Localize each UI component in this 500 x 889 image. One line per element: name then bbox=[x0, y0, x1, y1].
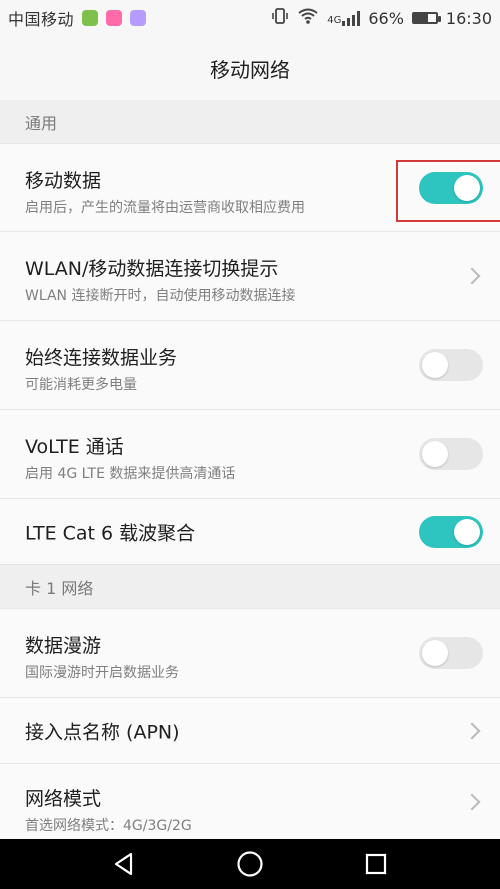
row-title: LTE Cat 6 载波聚合 bbox=[25, 522, 196, 544]
lte-cat6-toggle[interactable] bbox=[419, 515, 483, 548]
row-network-mode[interactable]: 网络模式 首选网络模式：4G/3G/2G bbox=[0, 764, 500, 839]
back-triangle-icon[interactable] bbox=[110, 850, 138, 878]
row-volte[interactable]: VoLTE 通话 启用 4G LTE 数据来提供高清通话 bbox=[0, 410, 500, 499]
row-wlan-switch[interactable]: WLAN/移动数据连接切换提示 WLAN 连接断开时，自动使用移动数据连接 bbox=[0, 232, 500, 321]
section-label: 通用 bbox=[25, 113, 58, 133]
home-circle-icon[interactable] bbox=[236, 850, 264, 878]
battery-percent: 66% bbox=[368, 8, 404, 28]
status-bar: 中国移动 4G 66% 16:30 bbox=[0, 0, 500, 36]
volte-toggle[interactable] bbox=[419, 438, 483, 470]
row-title: 数据漫游 bbox=[25, 635, 102, 657]
app-icon-green bbox=[82, 10, 99, 26]
carrier-name: 中国移动 bbox=[8, 10, 75, 29]
recent-square-icon[interactable] bbox=[362, 850, 390, 878]
row-subtitle: 启用后，产生的流量将由运营商收取相应费用 bbox=[25, 200, 305, 216]
section-header-card1: 卡 1 网络 bbox=[0, 565, 500, 609]
wifi-icon bbox=[297, 7, 319, 29]
toggle-knob bbox=[422, 352, 448, 378]
app-icon-purple bbox=[130, 10, 147, 26]
row-subtitle: 国际漫游时开启数据业务 bbox=[25, 665, 179, 681]
row-title: 接入点名称 (APN) bbox=[25, 721, 180, 743]
toggle-knob bbox=[422, 441, 448, 467]
page-title: 移动网络 bbox=[210, 57, 290, 82]
row-subtitle: 可能消耗更多电量 bbox=[25, 377, 137, 393]
status-left: 中国移动 bbox=[8, 6, 147, 30]
row-title: WLAN/移动数据连接切换提示 bbox=[25, 258, 279, 280]
title-bar: 移动网络 bbox=[0, 36, 500, 101]
row-always-on[interactable]: 始终连接数据业务 可能消耗更多电量 bbox=[0, 321, 500, 410]
signal-icon bbox=[342, 10, 361, 26]
mobile-data-toggle[interactable] bbox=[419, 171, 483, 204]
section-header-general: 通用 bbox=[0, 100, 500, 144]
toggle-knob bbox=[454, 174, 480, 201]
row-title: 网络模式 bbox=[25, 788, 102, 810]
chevron-right-icon bbox=[463, 793, 481, 810]
status-right: 4G 66% 16:30 bbox=[271, 7, 492, 29]
app-icon-pink bbox=[106, 10, 123, 26]
signal-group: 4G bbox=[327, 10, 361, 26]
row-subtitle: WLAN 连接断开时，自动使用移动数据连接 bbox=[25, 288, 296, 304]
row-lte-cat6[interactable]: LTE Cat 6 载波聚合 bbox=[0, 499, 500, 565]
battery-icon bbox=[411, 12, 441, 24]
row-roaming[interactable]: 数据漫游 国际漫游时开启数据业务 bbox=[0, 609, 500, 698]
chevron-right-icon bbox=[463, 267, 481, 285]
chevron-right-icon bbox=[463, 722, 481, 739]
section-label: 卡 1 网络 bbox=[25, 578, 94, 598]
row-mobile-data[interactable]: 移动数据 启用后，产生的流量将由运营商收取相应费用 bbox=[0, 144, 500, 232]
toggle-knob bbox=[454, 518, 480, 545]
row-subtitle: 启用 4G LTE 数据来提供高清通话 bbox=[25, 466, 236, 482]
row-apn[interactable]: 接入点名称 (APN) bbox=[0, 698, 500, 764]
navigation-bar bbox=[0, 839, 500, 889]
row-title: 移动数据 bbox=[25, 170, 102, 192]
battery-fill bbox=[413, 14, 429, 22]
network-type-label: 4G bbox=[327, 15, 342, 26]
roaming-toggle[interactable] bbox=[419, 637, 483, 669]
toggle-knob bbox=[422, 640, 448, 666]
vibrate-icon bbox=[271, 7, 289, 29]
row-title: VoLTE 通话 bbox=[25, 436, 124, 458]
row-subtitle: 首选网络模式：4G/3G/2G bbox=[25, 818, 192, 834]
row-title: 始终连接数据业务 bbox=[25, 347, 178, 369]
clock: 16:30 bbox=[445, 8, 492, 28]
always-on-toggle[interactable] bbox=[419, 349, 483, 381]
